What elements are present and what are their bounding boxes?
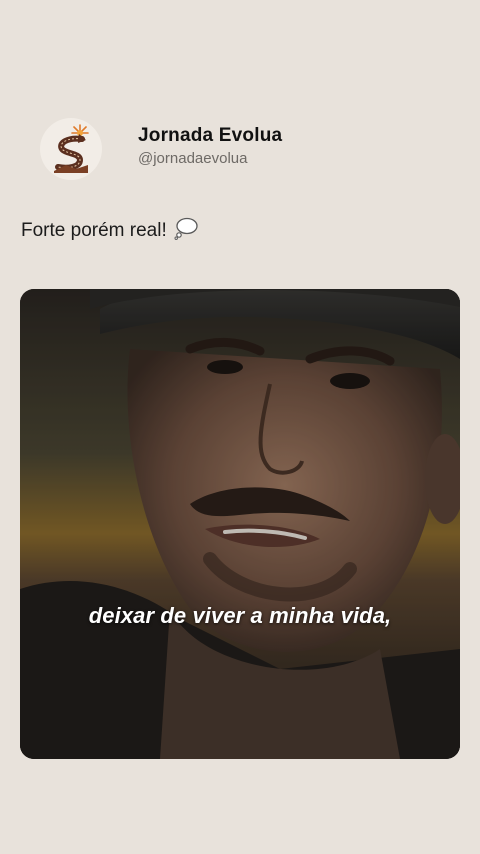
- handle[interactable]: @jornadaevolua: [138, 149, 282, 169]
- video-frame: [20, 289, 460, 759]
- display-name[interactable]: Jornada Evolua: [138, 125, 282, 147]
- post-header: Jornada Evolua @jornadaevolua: [40, 118, 282, 180]
- video-subtitle: deixar de viver a minha vida,: [88, 603, 392, 628]
- jornada-evolua-logo-icon: [54, 124, 89, 173]
- thought-bubble-icon: [174, 216, 198, 246]
- profile-names: Jornada Evolua @jornadaevolua: [138, 125, 282, 169]
- avatar[interactable]: [40, 118, 102, 180]
- post-caption: Forte porém real!: [21, 216, 198, 246]
- post-card: Jornada Evolua @jornadaevolua Forte poré…: [0, 0, 480, 854]
- caption-text: Forte porém real!: [21, 220, 167, 241]
- video-player[interactable]: deixar de viver a minha vida,: [20, 289, 460, 759]
